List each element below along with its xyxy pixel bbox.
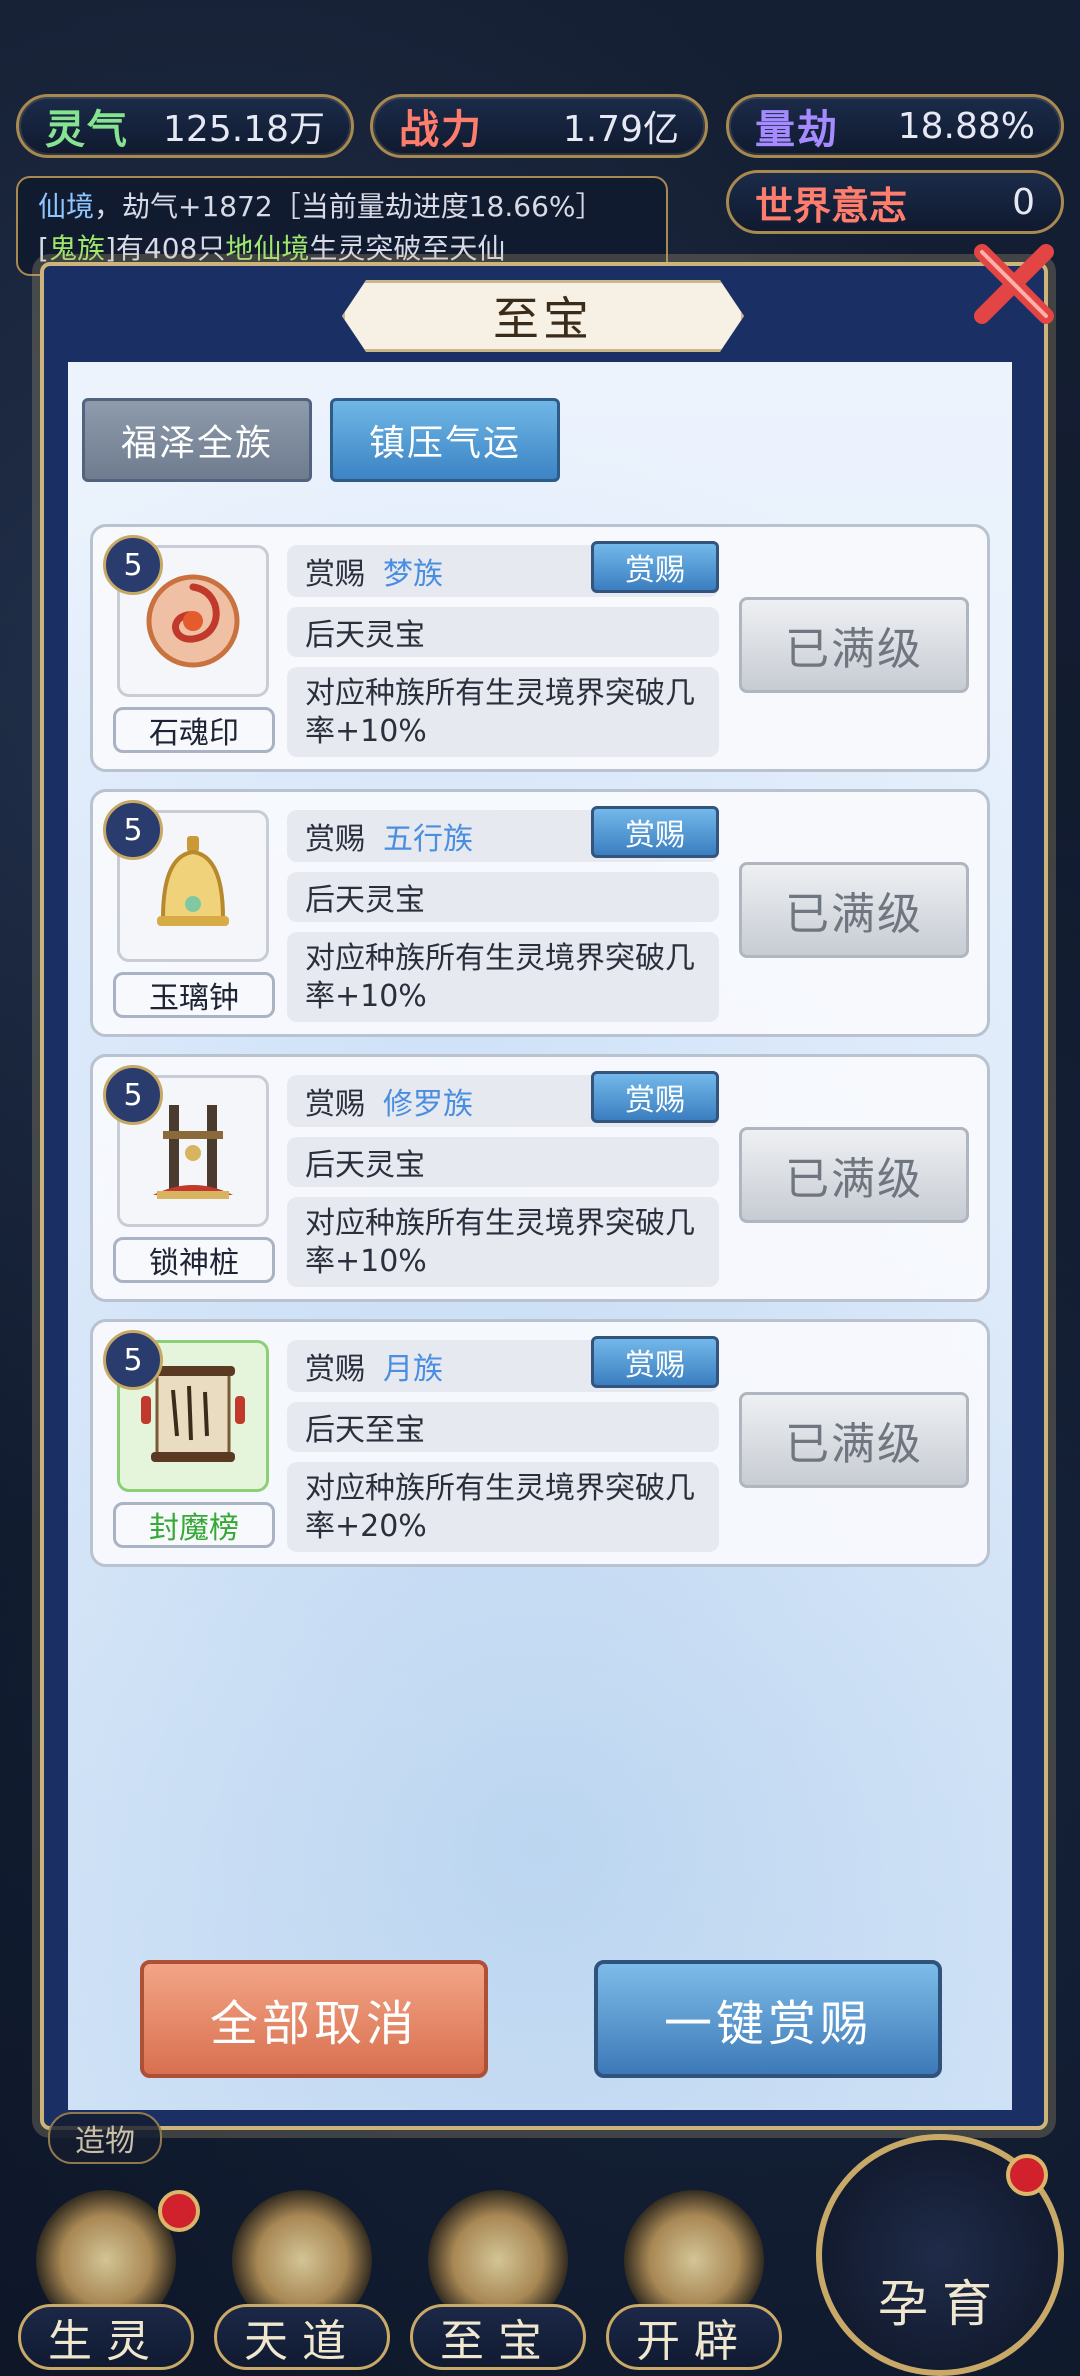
liangjie-stat: 量劫 18.88%: [726, 94, 1064, 158]
nav-yunyu[interactable]: 孕育: [816, 2134, 1064, 2376]
reward-button[interactable]: 赏赐: [591, 806, 719, 858]
target-tribe: 梦族: [383, 557, 443, 592]
world-will-stat: 世界意志 0: [726, 170, 1064, 234]
max-level-button[interactable]: 已满级: [739, 1127, 969, 1223]
treasure-card: 5 锁神桩 赏赐 修罗族 赏赐 后天灵宝 对应种族所有生灵境界突破几率+10% …: [90, 1054, 990, 1302]
treasure-card: 5 封魔榜 赏赐 月族 赏赐 后天至宝 对应种族所有生灵境界突破几率+20% 已…: [90, 1319, 990, 1567]
log-text: 生灵突破至天仙: [309, 232, 506, 265]
zhanli-stat: 战力 1.79亿: [370, 94, 708, 158]
max-level-button[interactable]: 已满级: [739, 862, 969, 958]
zaowu-label[interactable]: 造物: [48, 2112, 162, 2164]
world-will-value: 0: [1012, 181, 1035, 223]
tab-zhenya-qiyun[interactable]: 镇压气运: [330, 398, 560, 482]
treasure-name: 玉璃钟: [113, 972, 275, 1018]
target-tribe: 月族: [383, 1352, 443, 1387]
treasure-card: 5 石魂印 赏赐 梦族 赏赐 后天灵宝 对应种族所有生灵境界突破几率+10% 已…: [90, 524, 990, 772]
close-button[interactable]: [968, 238, 1060, 330]
treasure-description: 对应种族所有生灵境界突破几率+10%: [287, 1197, 719, 1287]
lingqi-value: 125.18万: [163, 109, 325, 150]
reward-label: 赏赐: [305, 1352, 365, 1387]
nav-shengling[interactable]: 生灵: [18, 2190, 200, 2376]
reward-label: 赏赐: [305, 557, 365, 592]
nav-label: 开辟: [606, 2304, 782, 2370]
nav-tiandao[interactable]: 天道: [214, 2190, 390, 2376]
nav-zhibao[interactable]: 至宝: [410, 2190, 586, 2376]
log-line-1: 仙境，劫气+1872［当前量劫进度18.66%］: [38, 186, 646, 228]
notification-dot: [1006, 2154, 1048, 2196]
target-tribe: 五行族: [383, 822, 473, 857]
liangjie-value: 18.88%: [897, 105, 1035, 147]
treasure-name: 锁神桩: [113, 1237, 275, 1283]
cancel-all-button[interactable]: 全部取消: [140, 1960, 488, 2078]
max-level-button[interactable]: 已满级: [739, 1392, 969, 1488]
level-badge: 5: [103, 800, 163, 860]
treasure-description: 对应种族所有生灵境界突破几率+10%: [287, 667, 719, 757]
treasure-category: 后天灵宝: [287, 872, 719, 922]
close-icon: [974, 244, 1054, 324]
tab-fuze-quanzu[interactable]: 福泽全族: [82, 398, 312, 482]
modal-title: 至宝: [342, 280, 744, 352]
target-tribe: 修罗族: [383, 1087, 473, 1122]
reward-label: 赏赐: [305, 1087, 365, 1122]
notification-dot: [158, 2190, 200, 2232]
reward-button[interactable]: 赏赐: [591, 1071, 719, 1123]
nav-label: 天道: [214, 2304, 390, 2370]
zhanli-value: 1.79亿: [562, 109, 679, 150]
reward-all-button[interactable]: 一键赏赐: [594, 1960, 942, 2078]
level-badge: 5: [103, 1065, 163, 1125]
treasure-category: 后天灵宝: [287, 1137, 719, 1187]
treasure-description: 对应种族所有生灵境界突破几率+20%: [287, 1462, 719, 1552]
nav-kaipi[interactable]: 开辟: [606, 2190, 782, 2376]
treasure-category: 后天至宝: [287, 1402, 719, 1452]
reward-label: 赏赐: [305, 822, 365, 857]
max-level-button[interactable]: 已满级: [739, 597, 969, 693]
log-text: ，劫气+1872［当前量劫进度18.66%］: [94, 190, 604, 223]
nav-label: 生灵: [18, 2304, 194, 2370]
zhanli-label: 战力: [399, 107, 483, 153]
liangjie-label: 量劫: [755, 107, 839, 153]
lingqi-label: 灵气: [45, 107, 129, 153]
nav-label: 至宝: [410, 2304, 586, 2370]
level-badge: 5: [103, 535, 163, 595]
treasure-description: 对应种族所有生灵境界突破几率+10%: [287, 932, 719, 1022]
log-bracket: [: [38, 232, 49, 265]
world-will-label: 世界意志: [755, 183, 908, 228]
treasure-card: 5 玉璃钟 赏赐 五行族 赏赐 后天灵宝 对应种族所有生灵境界突破几率+10% …: [90, 789, 990, 1037]
log-text: ]有408只: [104, 232, 226, 265]
reward-button[interactable]: 赏赐: [591, 541, 719, 593]
nav-label: 孕育: [878, 2275, 1006, 2333]
log-realm: 仙境: [38, 190, 95, 223]
treasure-name: 石魂印: [113, 707, 275, 753]
log-realm: 地仙境: [225, 232, 310, 265]
lingqi-stat: 灵气 125.18万: [16, 94, 354, 158]
event-log: 仙境，劫气+1872［当前量劫进度18.66%］ [鬼族]有408只地仙境生灵突…: [16, 176, 668, 276]
treasure-name: 封魔榜: [113, 1502, 275, 1548]
reward-button[interactable]: 赏赐: [591, 1336, 719, 1388]
treasure-category: 后天灵宝: [287, 607, 719, 657]
level-badge: 5: [103, 1330, 163, 1390]
log-tribe: 鬼族: [48, 232, 105, 265]
